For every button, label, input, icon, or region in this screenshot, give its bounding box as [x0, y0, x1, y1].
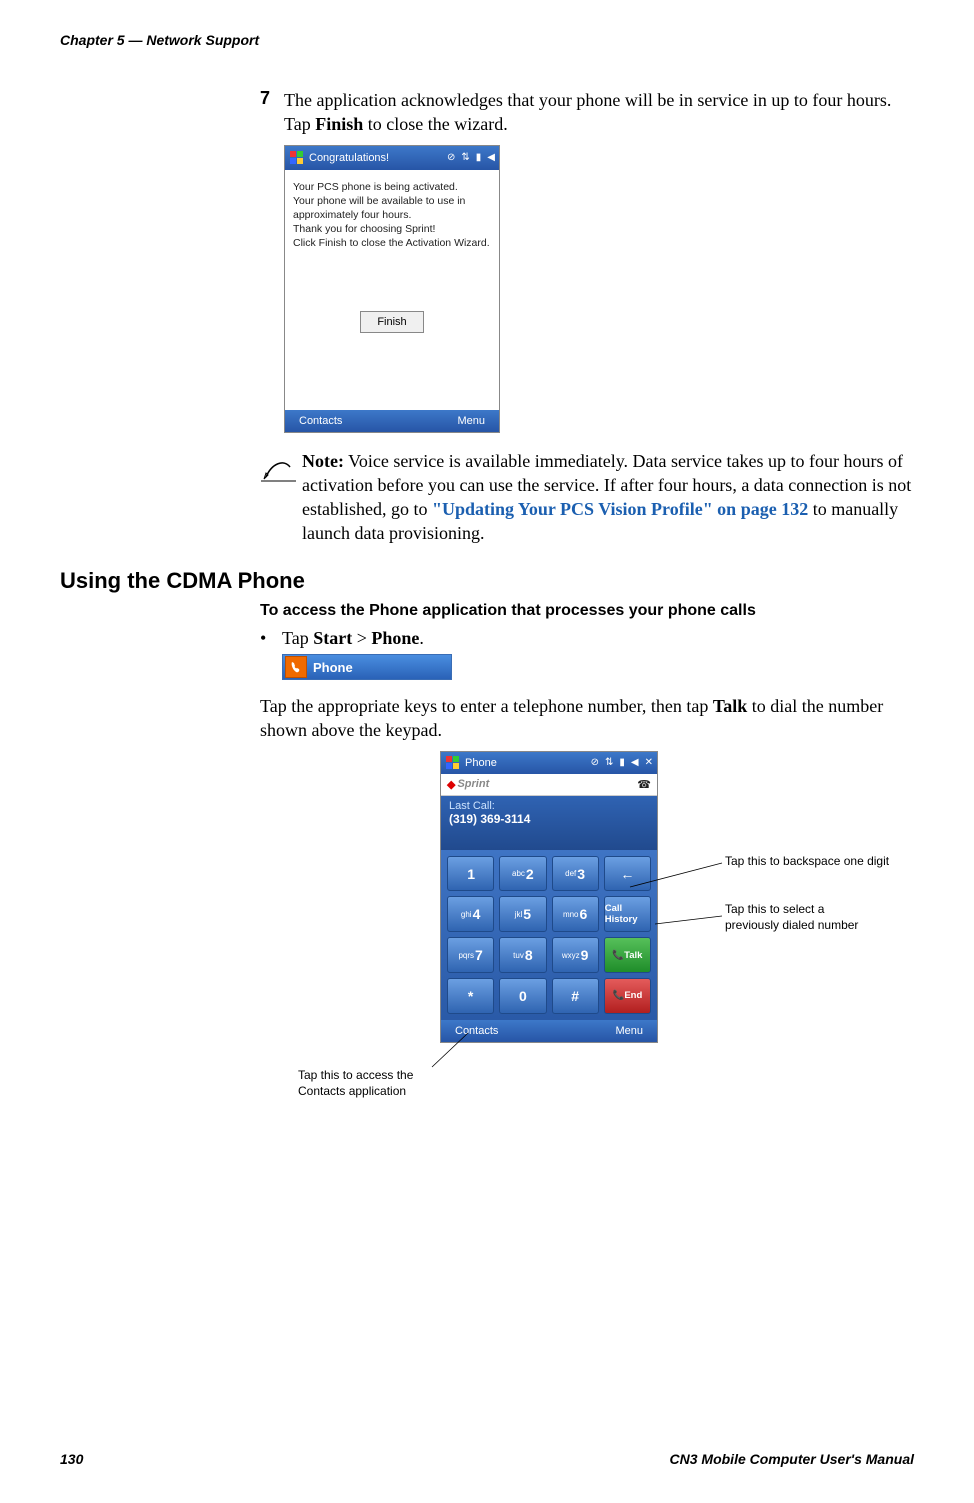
wm-softkeys: Contacts Menu: [285, 410, 499, 432]
wm-titlebar: Congratulations! ⊘ ⇅ ▮ ◀: [285, 146, 499, 170]
phone-icon: 📞: [612, 990, 624, 1001]
callout-contacts-b: Contacts application: [298, 1083, 413, 1099]
step-text: The application acknowledges that your p…: [284, 88, 914, 137]
bullet-e: .: [419, 628, 424, 648]
activation-line3: approximately four hours.: [293, 208, 491, 222]
start-word: Start: [313, 628, 352, 648]
sprint-logo: ◆Sprint: [447, 778, 489, 791]
bullet-a: Tap: [282, 628, 313, 648]
activation-line2: Your phone will be available to use in: [293, 194, 491, 208]
note-block: Note: Voice service is available immedia…: [260, 449, 914, 546]
note-icon: [260, 449, 302, 546]
phone-app-icon: [285, 656, 307, 678]
phone-titlebar: Phone ⊘ ⇅ ▮ ◀ ✕: [441, 752, 657, 774]
softkey-menu[interactable]: Menu: [457, 415, 485, 427]
page-number: 130: [60, 1451, 83, 1467]
carrier-name: Sprint: [457, 778, 489, 790]
last-call-label: Last Call:: [449, 800, 649, 812]
key-1[interactable]: 1: [447, 856, 494, 892]
callout-contacts: Tap this to access the Contacts applicat…: [298, 1067, 413, 1099]
bullet-dot: •: [260, 626, 282, 650]
talk-word: Talk: [713, 696, 747, 716]
key-star[interactable]: *: [447, 978, 494, 1014]
running-header: Chapter 5 — Network Support: [60, 32, 914, 48]
wm-title: Congratulations!: [309, 152, 447, 164]
finish-word: Finish: [315, 114, 363, 134]
start-flag-icon[interactable]: [289, 150, 305, 166]
key-0[interactable]: 0: [499, 978, 546, 1014]
callout-backspace: Tap this to backspace one digit: [725, 853, 889, 869]
key-talk[interactable]: 📞 Talk: [604, 937, 651, 973]
paragraph-dial: Tap the appropriate keys to enter a tele…: [260, 694, 914, 743]
bullet-text: Tap Start > Phone.: [282, 626, 424, 650]
step-number: 7: [260, 88, 284, 137]
heading-access-phone-app: To access the Phone application that pro…: [260, 602, 914, 620]
key-call-history[interactable]: Call History: [604, 896, 651, 932]
sprint-pin-icon: ◆: [447, 778, 455, 791]
callout-callhist-a: Tap this to select a: [725, 901, 858, 917]
signal-icon: ▮: [476, 152, 482, 163]
key-6[interactable]: mno6: [552, 896, 599, 932]
key-end[interactable]: 📞 End: [604, 978, 651, 1014]
note-label: Note:: [302, 451, 344, 471]
key-9[interactable]: wxyz9: [552, 937, 599, 973]
phone-title: Phone: [465, 757, 591, 769]
bullet-c: >: [352, 628, 371, 648]
key-pound[interactable]: #: [552, 978, 599, 1014]
note-link[interactable]: "Updating Your PCS Vision Profile" on pa…: [432, 499, 808, 519]
connectivity-icon: ⊘: [591, 757, 599, 768]
phone-screenshot-wrap: Phone ⊘ ⇅ ▮ ◀ ✕ ◆Sprint ☎ Last Call: (31…: [260, 751, 914, 1111]
wm-status-icons: ⊘ ⇅ ▮ ◀: [447, 152, 495, 163]
phone-status-icons: ⊘ ⇅ ▮ ◀ ✕: [591, 757, 653, 768]
note-text: Note: Voice service is available immedia…: [302, 449, 914, 546]
sync-icon: ⇅: [605, 757, 613, 768]
callout-call-history: Tap this to select a previously dialed n…: [725, 901, 858, 933]
signal-icon: ▮: [619, 757, 625, 768]
activation-line5: Click Finish to close the Activation Wiz…: [293, 236, 491, 250]
callout-line-callhist: [655, 916, 725, 926]
step-7: 7 The application acknowledges that your…: [260, 88, 914, 137]
page-footer: 130 CN3 Mobile Computer User's Manual: [60, 1451, 914, 1467]
callout-line-contacts: [432, 1033, 474, 1073]
callout-contacts-a: Tap this to access the: [298, 1067, 413, 1083]
softkey-contacts[interactable]: Contacts: [299, 415, 342, 427]
screenshot-congratulations: Congratulations! ⊘ ⇅ ▮ ◀ Your PCS phone …: [284, 145, 500, 433]
start-menu-phone-item[interactable]: Phone: [282, 654, 452, 680]
phone-display: Last Call: (319) 369-3114: [441, 796, 657, 850]
phone-app-label: Phone: [313, 660, 353, 675]
wm-body: Your PCS phone is being activated. Your …: [285, 170, 499, 410]
key-7[interactable]: pqrs7: [447, 937, 494, 973]
carrier-bar: ◆Sprint ☎: [441, 774, 657, 796]
key-4[interactable]: ghi4: [447, 896, 494, 932]
start-flag-icon[interactable]: [445, 755, 461, 771]
key-2[interactable]: abc2: [499, 856, 546, 892]
speaker-icon: ◀: [487, 152, 495, 163]
connectivity-icon: ⊘: [447, 152, 455, 163]
screenshot-phone-dialer: Phone ⊘ ⇅ ▮ ◀ ✕ ◆Sprint ☎ Last Call: (31…: [440, 751, 658, 1043]
step-text-c: to close the wizard.: [363, 114, 507, 134]
finish-button[interactable]: Finish: [360, 311, 423, 333]
last-call-number: (319) 369-3114: [449, 812, 649, 826]
manual-title: CN3 Mobile Computer User's Manual: [670, 1451, 914, 1467]
phone-icon: 📞: [612, 950, 624, 961]
voicemail-icon: ☎: [637, 778, 651, 791]
activation-line4: Thank you for choosing Sprint!: [293, 222, 491, 236]
phone-word: Phone: [371, 628, 419, 648]
keypad: 1 abc2 def3 ← ghi4 jkl5 mno6 Call Histor…: [441, 850, 657, 1020]
close-icon[interactable]: ✕: [645, 757, 653, 768]
activation-line1: Your PCS phone is being activated.: [293, 180, 491, 194]
para-a: Tap the appropriate keys to enter a tele…: [260, 696, 713, 716]
key-8[interactable]: tuv8: [499, 937, 546, 973]
key-3[interactable]: def3: [552, 856, 599, 892]
callout-line-backspace: [630, 863, 725, 893]
key-5[interactable]: jkl5: [499, 896, 546, 932]
speaker-icon: ◀: [631, 757, 639, 768]
bullet-tap-start-phone: • Tap Start > Phone.: [260, 626, 914, 650]
sync-icon: ⇅: [461, 152, 469, 163]
softkey-menu[interactable]: Menu: [615, 1025, 643, 1037]
heading-using-cdma-phone: Using the CDMA Phone: [60, 568, 914, 594]
callout-callhist-b: previously dialed number: [725, 917, 858, 933]
